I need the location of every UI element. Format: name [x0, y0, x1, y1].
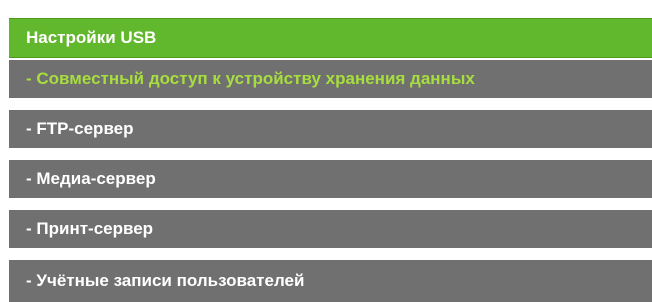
menu-item-ftp-server[interactable]: - FTP-сервер	[9, 110, 652, 150]
menu-item-label: - Медиа-сервер	[26, 169, 156, 188]
menu-item-label: - Учётные записи пользователей	[26, 271, 305, 290]
menu-item-label: - FTP-сервер	[26, 119, 134, 138]
menu-item-user-accounts[interactable]: - Учётные записи пользователей	[9, 260, 652, 302]
menu-header-usb-settings[interactable]: Настройки USB	[9, 18, 652, 58]
usb-settings-menu: Настройки USB - Совместный доступ к устр…	[0, 0, 652, 302]
menu-item-label: - Совместный доступ к устройству хранени…	[26, 69, 475, 88]
menu-item-media-server[interactable]: - Медиа-сервер	[9, 160, 652, 200]
menu-item-print-server[interactable]: - Принт-сервер	[9, 210, 652, 250]
menu-header-label: Настройки USB	[26, 28, 157, 47]
menu-item-label: - Принт-сервер	[26, 219, 154, 238]
menu-item-storage-sharing[interactable]: - Совместный доступ к устройству хранени…	[9, 60, 652, 100]
